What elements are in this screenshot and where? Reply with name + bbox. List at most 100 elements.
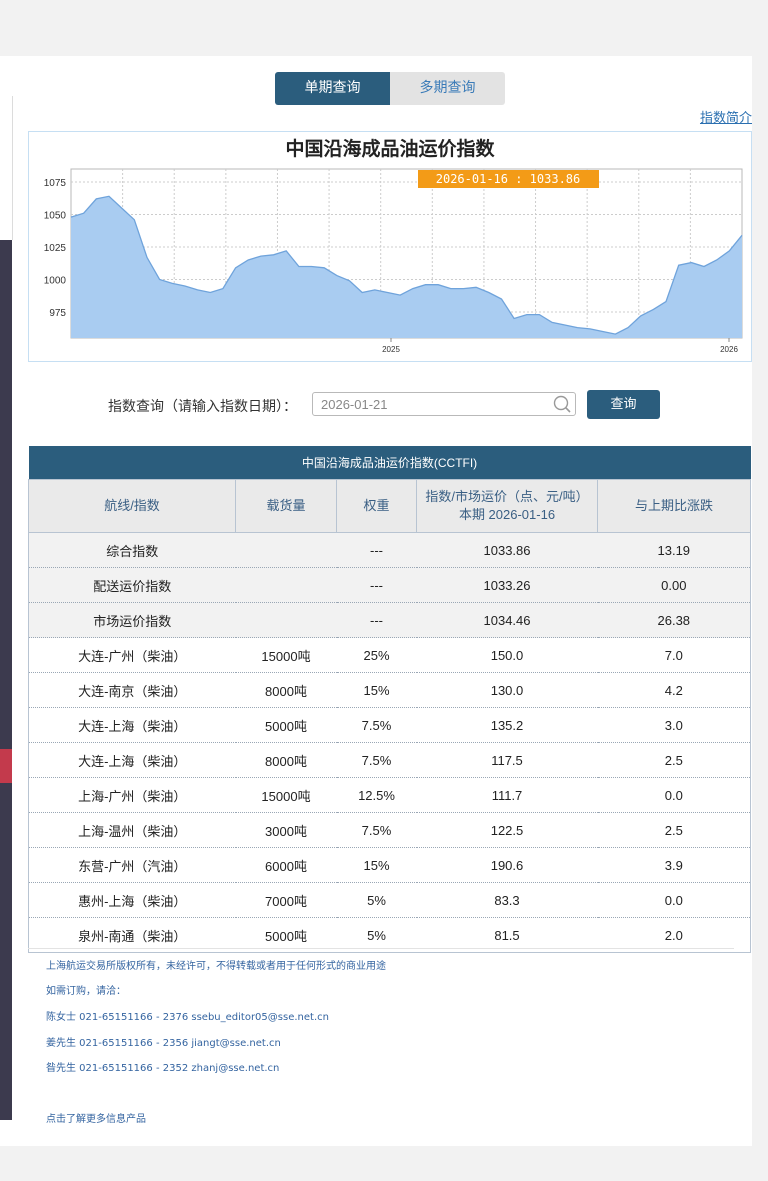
row-weight: 7.5% xyxy=(336,707,417,743)
row-change: 3.0 xyxy=(597,707,752,743)
row-change: 0.0 xyxy=(597,777,752,813)
header-value-line2: 本期 2026-01-16 xyxy=(458,507,556,522)
table-row: 大连-广州（柴油） 15000吨 25% 150.0 7.0 xyxy=(28,637,752,673)
row-value: 117.5 xyxy=(416,742,598,778)
contact-line: 陈女士 021-65151166 - 2376 ssebu_editor05@s… xyxy=(46,1012,329,1023)
row-load: 8000吨 xyxy=(235,742,337,778)
row-change: 13.19 xyxy=(597,532,752,568)
row-weight: --- xyxy=(336,532,417,568)
x-tick-label: 2026 xyxy=(720,345,738,354)
table-row: 上海-温州（柴油） 3000吨 7.5% 122.5 2.5 xyxy=(28,812,752,848)
row-load xyxy=(235,567,337,603)
x-tick-label: 2025 xyxy=(382,345,400,354)
row-load: 6000吨 xyxy=(235,847,337,883)
row-weight: 7.5% xyxy=(336,812,417,848)
left-sidebar xyxy=(0,132,12,1120)
row-name: 东营-广州（汽油） xyxy=(28,847,236,883)
row-change: 2.5 xyxy=(597,812,752,848)
y-tick-label: 1000 xyxy=(44,276,67,287)
row-name: 大连-上海（柴油） xyxy=(28,742,236,778)
row-change: 0.0 xyxy=(597,882,752,918)
row-value: 190.6 xyxy=(416,847,598,883)
area-series xyxy=(71,196,742,338)
table-row: 大连-上海（柴油） 5000吨 7.5% 135.2 3.0 xyxy=(28,707,752,743)
row-weight: 12.5% xyxy=(336,777,417,813)
row-weight: 7.5% xyxy=(336,742,417,778)
row-change: 2.5 xyxy=(597,742,752,778)
row-value: 111.7 xyxy=(416,777,598,813)
row-value: 135.2 xyxy=(416,707,598,743)
row-name: 大连-上海（柴油） xyxy=(28,707,236,743)
chart-tooltip-text: 2026-01-16 : 1033.86 xyxy=(436,172,581,186)
query-button[interactable]: 查询 xyxy=(587,390,660,419)
row-name: 惠州-上海（柴油） xyxy=(28,882,236,918)
header-weight: 权重 xyxy=(336,479,417,533)
row-value: 122.5 xyxy=(416,812,598,848)
row-load: 3000吨 xyxy=(235,812,337,848)
query-label: 指数查询（请输入指数日期）： xyxy=(108,399,297,415)
row-name: 配送运价指数 xyxy=(28,567,236,603)
row-value: 130.0 xyxy=(416,672,598,708)
row-load xyxy=(235,532,337,568)
row-change: 3.9 xyxy=(597,847,752,883)
query-tabs: 单期查询 多期查询 xyxy=(275,72,505,105)
index-intro-link[interactable]: 指数简介 xyxy=(700,107,752,126)
header-value: 指数/市场运价（点、元/吨） 本期 2026-01-16 xyxy=(416,479,598,533)
row-value: 1033.26 xyxy=(416,567,598,603)
row-change: 26.38 xyxy=(597,602,752,638)
header-load: 载货量 xyxy=(235,479,337,533)
contact-line: 姜先生 021-65151166 - 2356 jiangt@sse.net.c… xyxy=(46,1038,281,1049)
row-weight: --- xyxy=(336,567,417,603)
row-weight: --- xyxy=(336,602,417,638)
index-chart: 中国沿海成品油运价指数 975 1000 1025 1050 1075 2025 2026 2… xyxy=(28,131,752,362)
row-value: 150.0 xyxy=(416,637,598,673)
row-weight: 5% xyxy=(336,882,417,918)
row-name: 上海-广州（柴油） xyxy=(28,777,236,813)
header-value-line1: 指数/市场运价（点、元/吨） xyxy=(425,489,589,504)
table-row: 大连-上海（柴油） 8000吨 7.5% 117.5 2.5 xyxy=(28,742,752,778)
row-name: 大连-南京（柴油） xyxy=(28,672,236,708)
table-row: 综合指数 --- 1033.86 13.19 xyxy=(28,532,752,568)
row-load: 15000吨 xyxy=(235,637,337,673)
footer: 上海航运交易所版权所有，未经许可，不得转载或者用于任何形式的商业用途 如需订购，… xyxy=(28,948,734,1125)
tab-multi-period[interactable]: 多期查询 xyxy=(390,72,505,105)
row-change: 0.00 xyxy=(597,567,752,603)
row-name: 大连-广州（柴油） xyxy=(28,637,236,673)
row-change: 4.2 xyxy=(597,672,752,708)
row-load: 15000吨 xyxy=(235,777,337,813)
search-icon[interactable] xyxy=(553,395,571,413)
row-name: 上海-温州（柴油） xyxy=(28,812,236,848)
table-row: 惠州-上海（柴油） 7000吨 5% 83.3 0.0 xyxy=(28,882,752,918)
table-caption: 中国沿海成品油运价指数(CCTFI) xyxy=(28,446,751,480)
table-row: 大连-南京（柴油） 8000吨 15% 130.0 4.2 xyxy=(28,672,752,708)
row-value: 83.3 xyxy=(416,882,598,918)
y-tick-label: 1075 xyxy=(44,178,67,189)
y-tick-label: 975 xyxy=(49,308,66,319)
table-row: 东营-广州（汽油） 6000吨 15% 190.6 3.9 xyxy=(28,847,752,883)
chart-svg: 975 1000 1025 1050 1075 2025 2026 2026-01-16 : … xyxy=(44,168,743,354)
order-label: 如需订购，请洽： xyxy=(46,986,126,997)
table-header-row: 航线/指数 载货量 权重 指数/市场运价（点、元/吨） 本期 2026-01-16… xyxy=(28,479,752,533)
row-load xyxy=(235,602,337,638)
tab-single-period[interactable]: 单期查询 xyxy=(275,72,390,105)
row-name: 市场运价指数 xyxy=(28,602,236,638)
more-info-link[interactable]: 点击了解更多信息产品 xyxy=(46,1110,146,1125)
left-panel-edge xyxy=(0,96,13,240)
row-value: 1034.46 xyxy=(416,602,598,638)
row-load: 5000吨 xyxy=(235,707,337,743)
contact-line: 昝先生 021-65151166 - 2352 zhanj@sse.net.cn xyxy=(46,1063,280,1074)
row-value: 1033.86 xyxy=(416,532,598,568)
row-load: 7000吨 xyxy=(235,882,337,918)
sidebar-active-item[interactable] xyxy=(0,749,12,783)
row-load: 8000吨 xyxy=(235,672,337,708)
query-row: 指数查询（请输入指数日期）： 查询 xyxy=(0,390,752,420)
row-weight: 15% xyxy=(336,672,417,708)
table-row: 配送运价指数 --- 1033.26 0.00 xyxy=(28,567,752,603)
row-name: 综合指数 xyxy=(28,532,236,568)
date-input[interactable] xyxy=(312,392,576,416)
row-weight: 25% xyxy=(336,637,417,673)
header-change: 与上期比涨跌 xyxy=(596,479,752,533)
row-change: 7.0 xyxy=(597,637,752,673)
y-tick-label: 1050 xyxy=(44,211,67,222)
header-route: 航线/指数 xyxy=(28,479,236,533)
